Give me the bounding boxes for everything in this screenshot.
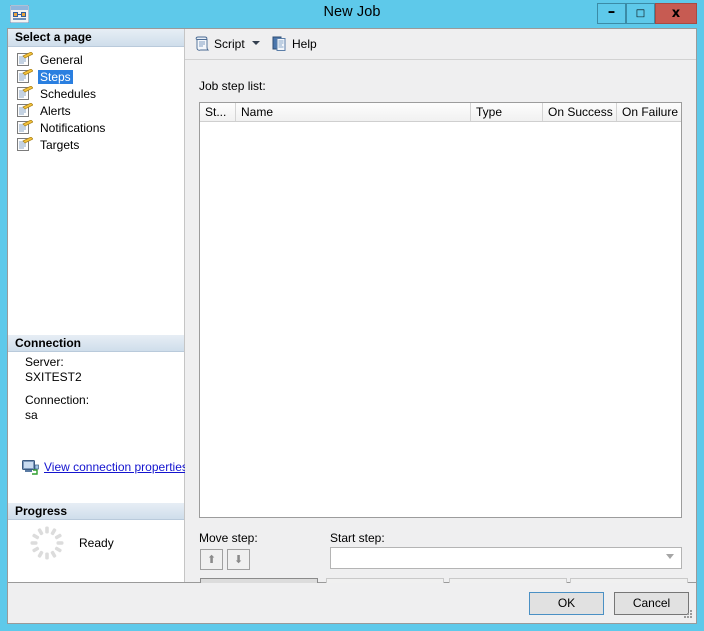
job-step-list-body[interactable] bbox=[200, 122, 681, 516]
ok-button[interactable]: OK bbox=[529, 592, 604, 615]
job-step-list-label: Job step list: bbox=[199, 79, 266, 93]
select-a-page-header: Select a page bbox=[8, 29, 184, 47]
script-icon bbox=[194, 35, 211, 52]
page-icon bbox=[17, 51, 34, 67]
server-label: Server: bbox=[25, 355, 64, 369]
page-icon bbox=[17, 102, 34, 118]
column-header-name[interactable]: Name bbox=[236, 103, 471, 121]
sidebar-item-general[interactable]: General bbox=[8, 51, 184, 68]
help-icon bbox=[272, 35, 289, 52]
dialog-client-area: Select a page General Steps Schedules Al… bbox=[7, 28, 697, 600]
page-icon bbox=[17, 85, 34, 101]
page-icon bbox=[17, 119, 34, 135]
start-step-label: Start step: bbox=[330, 531, 385, 545]
sidebar-item-label: Notifications bbox=[40, 120, 106, 135]
progress-header: Progress bbox=[8, 502, 184, 520]
minimize-icon: – bbox=[607, 1, 616, 20]
connection-header: Connection bbox=[8, 334, 184, 352]
page-icon bbox=[17, 136, 34, 152]
move-step-label: Move step: bbox=[199, 531, 258, 545]
page-icon bbox=[17, 68, 34, 84]
view-connection-properties-row[interactable]: View connection properties bbox=[22, 459, 188, 475]
connection-properties-icon bbox=[22, 459, 39, 475]
column-header-status[interactable]: St... bbox=[200, 103, 236, 121]
connection-label: Connection: bbox=[25, 393, 90, 407]
move-step-down-button[interactable]: ⬇ bbox=[227, 549, 250, 570]
content-pane: Script Help Job step list: St... Name Ty… bbox=[185, 29, 696, 600]
maximize-button[interactable]: □ bbox=[626, 3, 655, 24]
column-header-on-success[interactable]: On Success bbox=[543, 103, 617, 121]
server-value: SXITEST2 bbox=[25, 370, 82, 384]
resize-grip-icon[interactable] bbox=[681, 609, 693, 621]
job-step-list[interactable]: St... Name Type On Success On Failure bbox=[199, 102, 682, 518]
connection-value: sa bbox=[25, 408, 38, 422]
connection-info: Server: SXITEST2 Connection: sa bbox=[8, 355, 184, 423]
move-step-up-button[interactable]: ⬆ bbox=[200, 549, 223, 570]
progress-status: Ready bbox=[79, 536, 114, 550]
sidebar-item-schedules[interactable]: Schedules bbox=[8, 85, 184, 102]
sidebar-item-steps[interactable]: Steps bbox=[8, 68, 184, 85]
close-button[interactable]: x bbox=[655, 3, 697, 24]
sidebar-item-notifications[interactable]: Notifications bbox=[8, 119, 184, 136]
script-label: Script bbox=[214, 36, 245, 51]
script-button[interactable]: Script bbox=[194, 33, 245, 54]
sidebar-item-label: Alerts bbox=[40, 103, 71, 118]
view-connection-properties-link[interactable]: View connection properties bbox=[44, 460, 188, 474]
start-step-dropdown[interactable] bbox=[330, 547, 682, 569]
sidebar-item-targets[interactable]: Targets bbox=[8, 136, 184, 153]
sidebar-item-label: Targets bbox=[40, 137, 80, 152]
sidebar-item-alerts[interactable]: Alerts bbox=[8, 102, 184, 119]
maximize-icon: □ bbox=[635, 8, 646, 19]
column-header-type[interactable]: Type bbox=[471, 103, 543, 121]
cancel-button[interactable]: Cancel bbox=[614, 592, 689, 615]
sidebar: Select a page General Steps Schedules Al… bbox=[8, 29, 188, 582]
help-button[interactable]: Help bbox=[272, 33, 317, 54]
sidebar-item-label: General bbox=[40, 52, 83, 67]
job-step-list-header: St... Name Type On Success On Failure bbox=[200, 103, 681, 122]
new-job-dialog: New Job – □ x Select a page General Step… bbox=[0, 0, 704, 631]
help-label: Help bbox=[292, 36, 317, 51]
progress-spinner-icon bbox=[29, 525, 65, 561]
toolbar: Script Help bbox=[185, 29, 696, 60]
page-list: General Steps Schedules Alerts Notificat… bbox=[8, 51, 184, 153]
close-icon: x bbox=[671, 6, 681, 21]
sidebar-item-label: Schedules bbox=[40, 86, 97, 101]
chevron-down-icon[interactable] bbox=[252, 41, 260, 45]
progress-info: Ready bbox=[8, 525, 184, 561]
dialog-footer: OK Cancel bbox=[7, 583, 697, 624]
arrow-up-icon: ⬆ bbox=[206, 553, 217, 566]
title-bar: New Job – □ x bbox=[0, 0, 704, 28]
arrow-down-icon: ⬇ bbox=[233, 553, 244, 566]
chevron-down-icon bbox=[666, 554, 674, 559]
sidebar-item-label: Steps bbox=[38, 69, 73, 84]
minimize-button[interactable]: – bbox=[597, 3, 626, 24]
column-header-on-failure[interactable]: On Failure bbox=[617, 103, 681, 121]
